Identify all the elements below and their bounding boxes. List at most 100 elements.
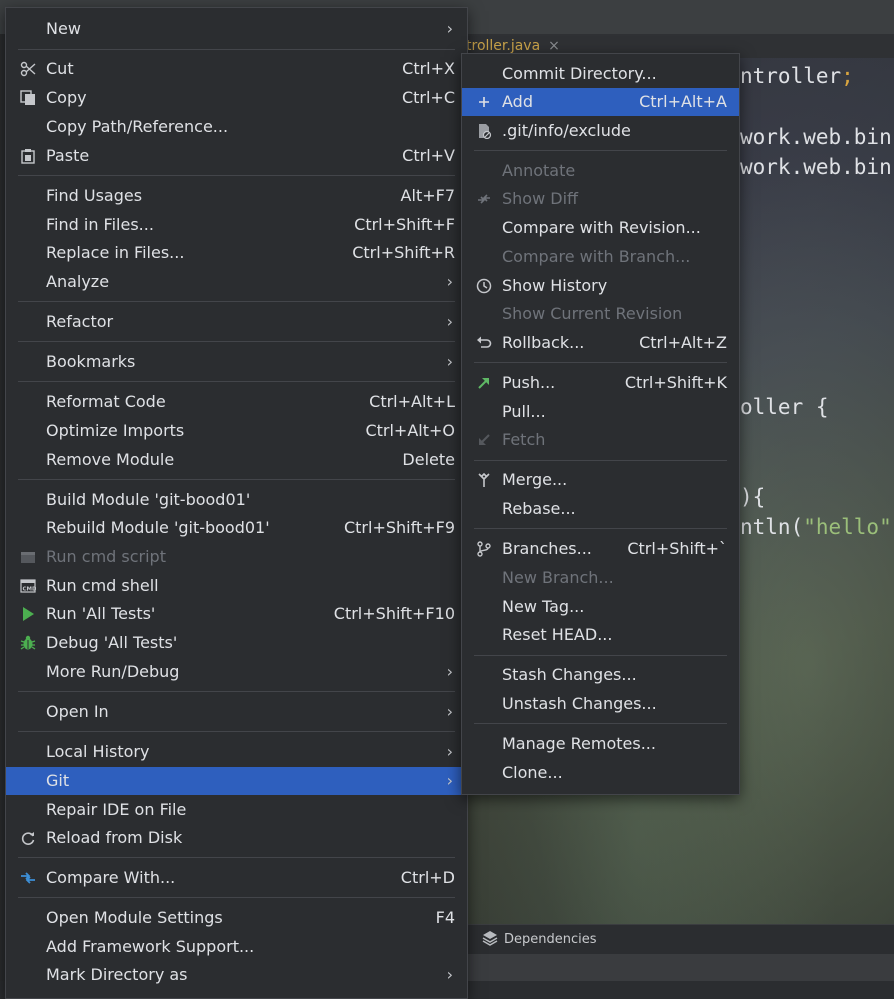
git-item-merge[interactable]: Merge... (462, 466, 739, 494)
chevron-right-icon: › (446, 352, 453, 371)
chevron-right-icon: › (446, 742, 453, 761)
menu-item-label: Merge... (502, 470, 568, 489)
chevron-right-icon: › (446, 19, 453, 38)
menu-item-run-all-tests[interactable]: Run 'All Tests' Ctrl+Shift+F10 (6, 600, 467, 628)
menu-item-find-in-files[interactable]: Find in Files... Ctrl+Shift+F (6, 211, 467, 239)
menu-item-shortcut: Ctrl+Alt+O (365, 421, 455, 440)
git-item-fetch: Fetch (462, 426, 739, 454)
git-item-show-current-revision: Show Current Revision (462, 300, 739, 328)
menu-item-repair-ide[interactable]: Repair IDE on File (6, 796, 467, 824)
menu-item-optimize-imports[interactable]: Optimize Imports Ctrl+Alt+O (6, 417, 467, 445)
menu-item-label: Run 'All Tests' (46, 604, 156, 623)
menu-item-label: Open In (46, 702, 109, 721)
menu-item-cut[interactable]: Cut Ctrl+X (6, 55, 467, 83)
menu-item-label: Show History (502, 276, 608, 295)
menu-item-label: Debug 'All Tests' (46, 633, 178, 652)
play-icon (23, 607, 34, 621)
git-item-rebase[interactable]: Rebase... (462, 495, 739, 523)
menu-item-remove-module[interactable]: Remove Module Delete (6, 446, 467, 474)
menu-item-open-in[interactable]: Open In › (6, 698, 467, 726)
menu-item-label: Add Framework Support... (46, 937, 255, 956)
dependencies-tab[interactable]: Dependencies (482, 930, 597, 947)
menu-item-shortcut: Ctrl+Shift+F9 (343, 518, 455, 537)
git-item-show-diff: Show Diff (462, 185, 739, 213)
menu-item-reformat-code[interactable]: Reformat Code Ctrl+Alt+L (6, 388, 467, 416)
menu-item-shortcut: Ctrl+X (402, 59, 455, 78)
menu-item-label: Fetch (502, 430, 546, 449)
menu-item-shortcut: Ctrl+C (401, 88, 455, 107)
git-item-push[interactable]: Push... Ctrl+Shift+K (462, 369, 739, 397)
git-item-manage-remotes[interactable]: Manage Remotes... (462, 730, 739, 758)
code-line: work.web.bin (740, 125, 892, 149)
git-item-rollback[interactable]: Rollback... Ctrl+Alt+Z (462, 329, 739, 357)
status-bar (466, 954, 894, 981)
menu-separator (18, 479, 455, 480)
git-item-branches[interactable]: Branches... Ctrl+Shift+` (462, 535, 739, 563)
menu-item-shortcut: Ctrl+Shift+R (352, 243, 455, 262)
git-item-clone[interactable]: Clone... (462, 759, 739, 787)
menu-item-replace-in-files[interactable]: Replace in Files... Ctrl+Shift+R (6, 239, 467, 267)
menu-separator (18, 857, 455, 858)
menu-item-find-usages[interactable]: Find Usages Alt+F7 (6, 182, 467, 210)
git-item-add[interactable]: Add Ctrl+Alt+A (462, 88, 739, 116)
menu-item-paste[interactable]: Paste Ctrl+V (6, 142, 467, 170)
menu-item-build-module[interactable]: Build Module 'git-bood01' (6, 486, 467, 514)
close-icon[interactable]: × (548, 38, 560, 54)
menu-item-shortcut: Ctrl+Shift+F (354, 215, 455, 234)
menu-item-local-history[interactable]: Local History › (6, 738, 467, 766)
menu-item-reload-from-disk[interactable]: Reload from Disk (6, 824, 467, 852)
git-item-compare-with-revision[interactable]: Compare with Revision... (462, 214, 739, 242)
menu-item-git[interactable]: Git › (6, 767, 467, 795)
menu-item-label: Unstash Changes... (502, 694, 657, 713)
menu-item-rebuild-module[interactable]: Rebuild Module 'git-bood01' Ctrl+Shift+F9 (6, 514, 467, 542)
menu-item-run-cmd-shell[interactable]: CMD Run cmd shell (6, 572, 467, 600)
git-item-new-tag[interactable]: New Tag... (462, 593, 739, 621)
git-item-reset-head[interactable]: Reset HEAD... (462, 621, 739, 649)
menu-item-label: Reformat Code (46, 392, 166, 411)
menu-separator (18, 175, 455, 176)
menu-separator (18, 381, 455, 382)
undo-icon (477, 336, 492, 348)
git-item-pull[interactable]: Pull... (462, 398, 739, 426)
fetch-arrow-icon (479, 434, 490, 445)
chevron-right-icon: › (446, 702, 453, 721)
menu-item-label: Rollback... (502, 333, 585, 352)
git-item-commit-directory[interactable]: Commit Directory... (462, 60, 739, 88)
menu-item-label: New Tag... (502, 597, 585, 616)
git-item-exclude[interactable]: .git/info/exclude (462, 117, 739, 145)
menu-separator (18, 301, 455, 302)
menu-item-compare-with[interactable]: Compare With... Ctrl+D (6, 864, 467, 892)
merge-icon (478, 472, 490, 487)
menu-separator (18, 691, 455, 692)
menu-item-refactor[interactable]: Refactor › (6, 308, 467, 336)
menu-item-mark-directory-as[interactable]: Mark Directory as › (6, 961, 467, 989)
branch-icon (477, 541, 491, 557)
menu-item-open-module-settings[interactable]: Open Module Settings F4 (6, 904, 467, 932)
menu-item-bookmarks[interactable]: Bookmarks › (6, 348, 467, 376)
menu-separator (474, 460, 727, 461)
menu-item-analyze[interactable]: Analyze › (6, 268, 467, 296)
menu-separator (18, 49, 455, 50)
menu-item-shortcut: Alt+F7 (400, 186, 455, 205)
menu-item-copy[interactable]: Copy Ctrl+C (6, 84, 467, 112)
menu-item-shortcut: Ctrl+Shift+F10 (333, 604, 455, 623)
menu-item-shortcut: Ctrl+Alt+A (639, 92, 727, 111)
git-item-stash-changes[interactable]: Stash Changes... (462, 661, 739, 689)
menu-item-label: Compare With... (46, 868, 176, 887)
git-item-unstash-changes[interactable]: Unstash Changes... (462, 690, 739, 718)
menu-item-more-run-debug[interactable]: More Run/Debug › (6, 658, 467, 686)
code-line: work.web.bin (740, 155, 892, 179)
menu-item-label: New (46, 19, 81, 38)
menu-item-label: Cut (46, 59, 74, 78)
git-submenu: Commit Directory... Add Ctrl+Alt+A .git/i… (461, 53, 740, 795)
code-line: ntroller; (740, 64, 854, 88)
menu-item-run-cmd-script: Run cmd script (6, 543, 467, 571)
git-item-show-history[interactable]: Show History (462, 272, 739, 300)
menu-item-copy-path[interactable]: Copy Path/Reference... (6, 113, 467, 141)
menu-item-debug-all-tests[interactable]: Debug 'All Tests' (6, 629, 467, 657)
git-item-compare-with-branch: Compare with Branch... (462, 243, 739, 271)
menu-separator (474, 723, 727, 724)
menu-item-label: Build Module 'git-bood01' (46, 490, 251, 509)
menu-item-add-framework-support[interactable]: Add Framework Support... (6, 933, 467, 961)
menu-item-new[interactable]: New › (6, 15, 467, 43)
